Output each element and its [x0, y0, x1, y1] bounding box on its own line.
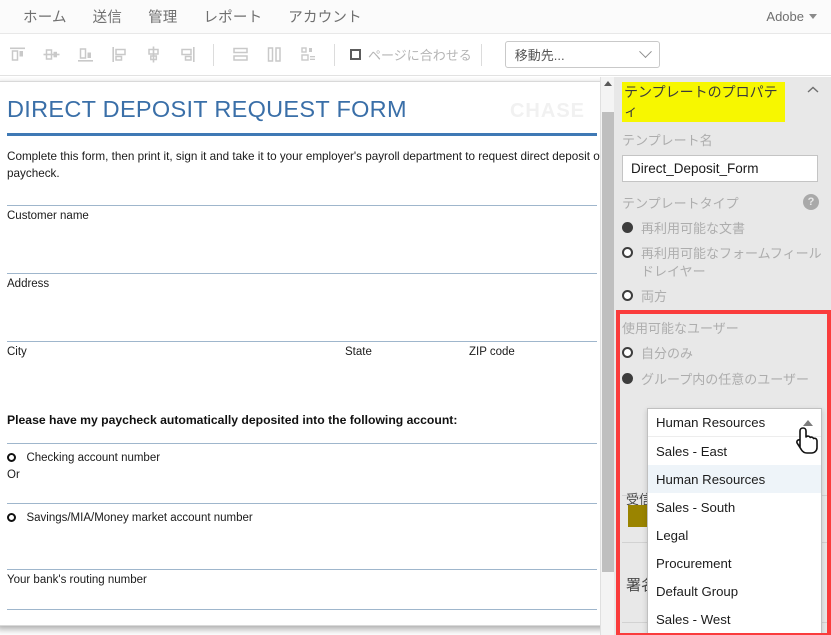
- fit-to-page-label: ページに合わせる: [368, 48, 472, 63]
- nav-home[interactable]: ホーム: [10, 6, 80, 27]
- document-intro-text: Complete this form, then print it, sign …: [7, 150, 608, 180]
- align-center-vertical-icon[interactable]: [34, 40, 68, 70]
- radio-label: 両方: [641, 289, 668, 305]
- caret-up-icon[interactable]: [803, 419, 813, 426]
- alignment-toolbar: ページに合わせる 移動先...: [0, 34, 831, 76]
- radio-icon: [622, 347, 633, 358]
- radio-anyone-in-group[interactable]: グループ内の任意のユーザー: [622, 371, 822, 389]
- form-field-savings[interactable]: Savings/MIA/Money market account number: [7, 502, 597, 547]
- help-icon[interactable]: ?: [803, 194, 819, 211]
- radio-button-icon[interactable]: [7, 512, 16, 522]
- radio-only-me[interactable]: 自分のみ: [622, 345, 822, 363]
- radio-label: 自分のみ: [641, 346, 694, 361]
- toolbar-divider-2: [334, 43, 335, 66]
- field-label: Address: [7, 277, 50, 290]
- form-field-checking[interactable]: Checking account number Or: [7, 442, 597, 487]
- routing-label: Your bank's routing number: [7, 573, 147, 586]
- align-vertical-group: [0, 40, 102, 70]
- template-name-input[interactable]: Direct_Deposit_Form: [622, 154, 818, 182]
- radio-icon: [622, 221, 633, 233]
- top-navigation-bar: ホーム 送信 管理 レポート アカウント Adobe: [0, 0, 831, 34]
- savings-label: Savings/MIA/Money market account number: [26, 511, 253, 524]
- title-rule: [7, 133, 597, 136]
- radio-reusable-document[interactable]: 再利用可能な文書: [622, 220, 823, 238]
- checkbox-icon: [350, 49, 361, 60]
- form-field-city-state-zip[interactable]: City State ZIP code: [7, 340, 597, 387]
- radio-label: グループ内の任意のユーザー: [641, 371, 809, 387]
- template-type-label: テンプレートタイプ: [622, 195, 739, 211]
- toolbar-divider-3: [480, 43, 482, 66]
- distribute-group: [223, 40, 325, 70]
- radio-button-icon[interactable]: [7, 452, 16, 462]
- distribute-horizontal-icon[interactable]: [257, 40, 291, 70]
- form-field-routing[interactable]: Your bank's routing number: [7, 568, 597, 615]
- radio-both[interactable]: 両方: [622, 288, 823, 306]
- checking-label: Checking account number: [26, 451, 161, 464]
- available-users-section: 使用可能なユーザー 自分のみ グループ内の任意のユーザー: [622, 318, 822, 388]
- adobe-menu-button[interactable]: Adobe: [766, 9, 831, 24]
- nav-account[interactable]: アカウント: [275, 6, 375, 27]
- nav-items: ホーム 送信 管理 レポート アカウント: [0, 6, 375, 27]
- application-window: ホーム 送信 管理 レポート アカウント Adobe ページに合わせる 移動先.…: [0, 0, 831, 635]
- chevron-down-icon: [638, 45, 652, 59]
- fit-to-page-checkbox[interactable]: ページに合わせる: [350, 45, 472, 64]
- radio-label: 再利用可能なフォームフィールドレイヤー: [641, 246, 822, 279]
- nav-manage[interactable]: 管理: [135, 6, 190, 27]
- radio-reusable-form-field-layer[interactable]: 再利用可能なフォームフィールドレイヤー: [622, 245, 823, 280]
- dropdown-option-sales-east[interactable]: Sales - East: [648, 437, 821, 465]
- align-center-horizontal-icon[interactable]: [136, 40, 170, 70]
- radio-icon: [622, 372, 633, 384]
- city-label: City: [7, 345, 27, 358]
- scroll-up-arrow-icon[interactable]: [604, 81, 612, 86]
- toolbar-divider: [213, 43, 214, 66]
- align-bottom-icon[interactable]: [68, 40, 102, 70]
- form-field-customer-name[interactable]: Customer name: [7, 204, 597, 251]
- or-label: Or: [7, 468, 20, 481]
- match-size-icon[interactable]: [291, 40, 325, 70]
- distribute-vertical-icon[interactable]: [223, 40, 257, 70]
- document-viewer[interactable]: CHASE DIRECT DEPOSIT REQUEST FORM Comple…: [0, 77, 614, 635]
- deposit-heading: Please have my paycheck automatically de…: [7, 412, 458, 427]
- chase-logo: CHASE: [509, 100, 585, 122]
- scrollbar-thumb[interactable]: [602, 112, 614, 572]
- document-page: CHASE DIRECT DEPOSIT REQUEST FORM Comple…: [0, 81, 608, 626]
- group-dropdown[interactable]: Human Resources Sales - East Human Resou…: [647, 408, 822, 634]
- state-label: State: [345, 345, 372, 358]
- template-type-header: テンプレートタイプ ?: [622, 193, 823, 212]
- chevron-down-icon: [809, 14, 817, 19]
- dropdown-option-default-group[interactable]: Default Group: [648, 577, 821, 605]
- group-dropdown-selected-label: Human Resources: [656, 415, 766, 430]
- goto-dropdown-value: 移動先...: [514, 48, 565, 63]
- panel-title: テンプレートのプロパティ: [622, 82, 785, 122]
- document-title: DIRECT DEPOSIT REQUEST FORM: [7, 96, 407, 122]
- adobe-menu-label: Adobe: [766, 9, 804, 24]
- radio-icon: [622, 290, 633, 302]
- dropdown-option-sales-west[interactable]: Sales - West: [648, 605, 821, 633]
- nav-send[interactable]: 送信: [80, 6, 135, 27]
- align-top-icon[interactable]: [0, 40, 34, 70]
- zip-label: ZIP code: [469, 345, 515, 358]
- dropdown-option-legal[interactable]: Legal: [648, 521, 821, 549]
- document-scrollbar[interactable]: [600, 77, 614, 635]
- align-left-icon[interactable]: [102, 40, 136, 70]
- radio-icon: [622, 247, 633, 259]
- chevron-up-icon[interactable]: [803, 82, 823, 100]
- dropdown-option-human-resources[interactable]: Human Resources: [648, 465, 821, 493]
- panel-inner: テンプレートのプロパティ テンプレート名 Direct_Deposit_Form…: [614, 77, 831, 306]
- panel-header: テンプレートのプロパティ: [622, 77, 823, 122]
- dropdown-option-procurement[interactable]: Procurement: [648, 549, 821, 577]
- dropdown-option-sales-south[interactable]: Sales - South: [648, 493, 821, 521]
- align-horizontal-group: [102, 40, 204, 70]
- form-field-address[interactable]: Address: [7, 272, 597, 319]
- template-name-label: テンプレート名: [622, 132, 713, 148]
- template-properties-panel: テンプレートのプロパティ テンプレート名 Direct_Deposit_Form…: [614, 77, 831, 635]
- field-label: Customer name: [7, 209, 89, 222]
- available-users-label: 使用可能なユーザー: [622, 321, 739, 336]
- nav-reports[interactable]: レポート: [190, 6, 275, 27]
- align-right-icon[interactable]: [170, 40, 204, 70]
- group-dropdown-selected[interactable]: Human Resources: [648, 409, 821, 437]
- radio-label: 再利用可能な文書: [641, 220, 746, 236]
- goto-dropdown[interactable]: 移動先...: [504, 41, 660, 68]
- template-name-value: Direct_Deposit_Form: [631, 160, 759, 176]
